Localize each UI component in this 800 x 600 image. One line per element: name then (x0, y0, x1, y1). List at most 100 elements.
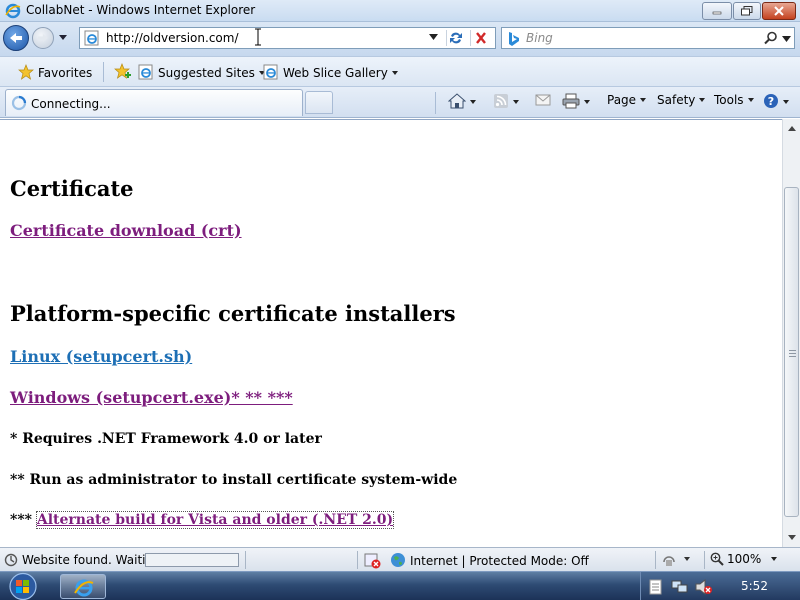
add-favorite-star-icon (114, 63, 131, 79)
status-separator (704, 551, 705, 569)
printer-icon (562, 93, 580, 109)
scroll-down-arrow-icon[interactable] (784, 529, 800, 545)
tab-label: Connecting... (31, 97, 111, 111)
security-zone[interactable]: Internet | Protected Mode: Off (390, 552, 589, 568)
web-slice-gallery-button[interactable]: Web Slice Gallery (263, 64, 398, 80)
stop-icon (476, 32, 486, 44)
close-window-button[interactable] (762, 2, 796, 20)
tools-menu-label: Tools (714, 93, 744, 107)
note-run-as-admin: ** Run as administrator to install certi… (10, 472, 458, 488)
close-icon (774, 6, 784, 16)
search-box[interactable]: Bing (501, 27, 795, 49)
suggested-sites-button[interactable]: Suggested Sites (138, 64, 265, 80)
suggested-sites-label: Suggested Sites (158, 66, 255, 80)
alternate-build-link[interactable]: Alternate build for Vista and older (.NE… (35, 511, 395, 529)
stop-button[interactable] (470, 30, 494, 46)
security-zone-label: Internet | Protected Mode: Off (410, 554, 589, 568)
help-button[interactable]: ? (763, 93, 789, 109)
help-icon: ? (764, 94, 778, 108)
change-status-bar-settings-button[interactable] (662, 553, 692, 570)
taskbar-clock: 5:52 (741, 579, 768, 593)
safety-menu-label: Safety (657, 93, 696, 107)
page-menu-button[interactable]: Page (607, 93, 647, 107)
chevron-down-icon (640, 98, 647, 102)
windows-taskbar: 5:52 (0, 571, 800, 600)
refresh-button[interactable] (446, 30, 468, 46)
heading-installers: Platform-specific certificate installers (10, 301, 456, 326)
loading-status-icon (4, 553, 18, 570)
page-ie-icon (84, 30, 100, 49)
linux-installer-link[interactable]: Linux (setupcert.sh) (10, 347, 192, 366)
svg-text:?: ? (768, 95, 774, 108)
favorites-button[interactable]: Favorites (18, 64, 92, 80)
scroll-up-arrow-icon[interactable] (784, 121, 800, 137)
page-load-progress-bar (145, 553, 239, 567)
page-content: Certificate Certificate download (crt) P… (0, 119, 782, 547)
tools-menu-button[interactable]: Tools (714, 93, 754, 107)
internet-globe-icon (391, 553, 405, 567)
add-to-favorites-bar-button[interactable] (114, 63, 136, 81)
status-separator (245, 551, 246, 569)
popup-blocked-icon[interactable] (364, 553, 382, 572)
tray-network-icon[interactable] (671, 579, 689, 598)
search-input[interactable]: Bing (526, 31, 553, 45)
chevron-down-icon (783, 100, 789, 104)
title-bar: CollabNet - Windows Internet Explorer (0, 0, 800, 22)
scrollbar-grip (789, 350, 796, 357)
address-box[interactable]: http://oldversion.com/ (79, 27, 496, 49)
feeds-button[interactable] (493, 93, 519, 109)
zoom-magnifier-icon (710, 552, 724, 566)
back-arrow-icon (10, 33, 22, 43)
home-button[interactable] (447, 93, 476, 109)
window-title: CollabNet - Windows Internet Explorer (26, 3, 256, 17)
scrollbar-thumb[interactable] (784, 187, 799, 517)
star-icon (18, 64, 34, 80)
bing-icon (507, 31, 521, 50)
rss-feed-icon (494, 94, 508, 108)
minimize-icon (712, 11, 722, 15)
loading-spinner-icon (11, 95, 27, 114)
taskbar-internet-explorer-button[interactable] (60, 574, 106, 599)
command-separator (435, 92, 436, 114)
tray-volume-muted-icon[interactable] (695, 578, 713, 598)
page-menu-label: Page (607, 93, 637, 107)
ie-page-icon (138, 64, 153, 80)
chevron-down-icon (699, 98, 706, 102)
status-separator (655, 551, 656, 569)
start-button[interactable] (6, 572, 42, 600)
favorites-bar: Favorites Suggested Sites Web Slice Gall… (0, 56, 800, 87)
status-separator (357, 551, 358, 569)
settings-lock-icon (663, 556, 690, 566)
status-bar: Website found. Waitin Internet | Protect… (0, 547, 800, 571)
web-slice-gallery-label: Web Slice Gallery (283, 66, 388, 80)
print-button[interactable] (562, 93, 590, 109)
safety-menu-button[interactable]: Safety (657, 93, 706, 107)
read-mail-button[interactable] (535, 93, 551, 107)
ie-logo-icon (5, 3, 21, 19)
tray-document-icon[interactable] (649, 579, 663, 598)
windows-installer-link[interactable]: Windows (setupcert.exe)* ** *** (10, 388, 293, 407)
certificate-download-link[interactable]: Certificate download (crt) (10, 221, 242, 240)
new-tab-button[interactable] (305, 91, 333, 114)
zoom-level-button[interactable]: 100% (710, 552, 778, 566)
heading-certificate: Certificate (10, 176, 134, 201)
chevron-down-icon (391, 71, 398, 75)
text-cursor-icon (255, 28, 261, 46)
url-input[interactable]: http://oldversion.com/ (106, 31, 239, 45)
minimize-button[interactable] (702, 2, 732, 20)
maximize-button[interactable] (733, 2, 761, 20)
vertical-scrollbar[interactable] (782, 119, 800, 547)
windows-start-orb-icon (9, 572, 37, 600)
address-dropdown-icon[interactable] (429, 34, 438, 40)
tab-command-bar: Connecting... Page Safety Tools ? (0, 87, 800, 118)
chevron-down-icon (771, 557, 778, 561)
forward-button[interactable] (32, 27, 54, 49)
search-button[interactable] (764, 31, 778, 48)
zoom-level-text: 100% (727, 552, 762, 566)
restore-icon (741, 6, 753, 16)
search-options-dropdown-icon[interactable] (782, 36, 791, 42)
ie-logo-icon (74, 579, 94, 597)
tab-current[interactable]: Connecting... (5, 89, 303, 116)
recent-pages-dropdown-icon[interactable] (58, 34, 68, 41)
back-button[interactable] (3, 25, 29, 51)
